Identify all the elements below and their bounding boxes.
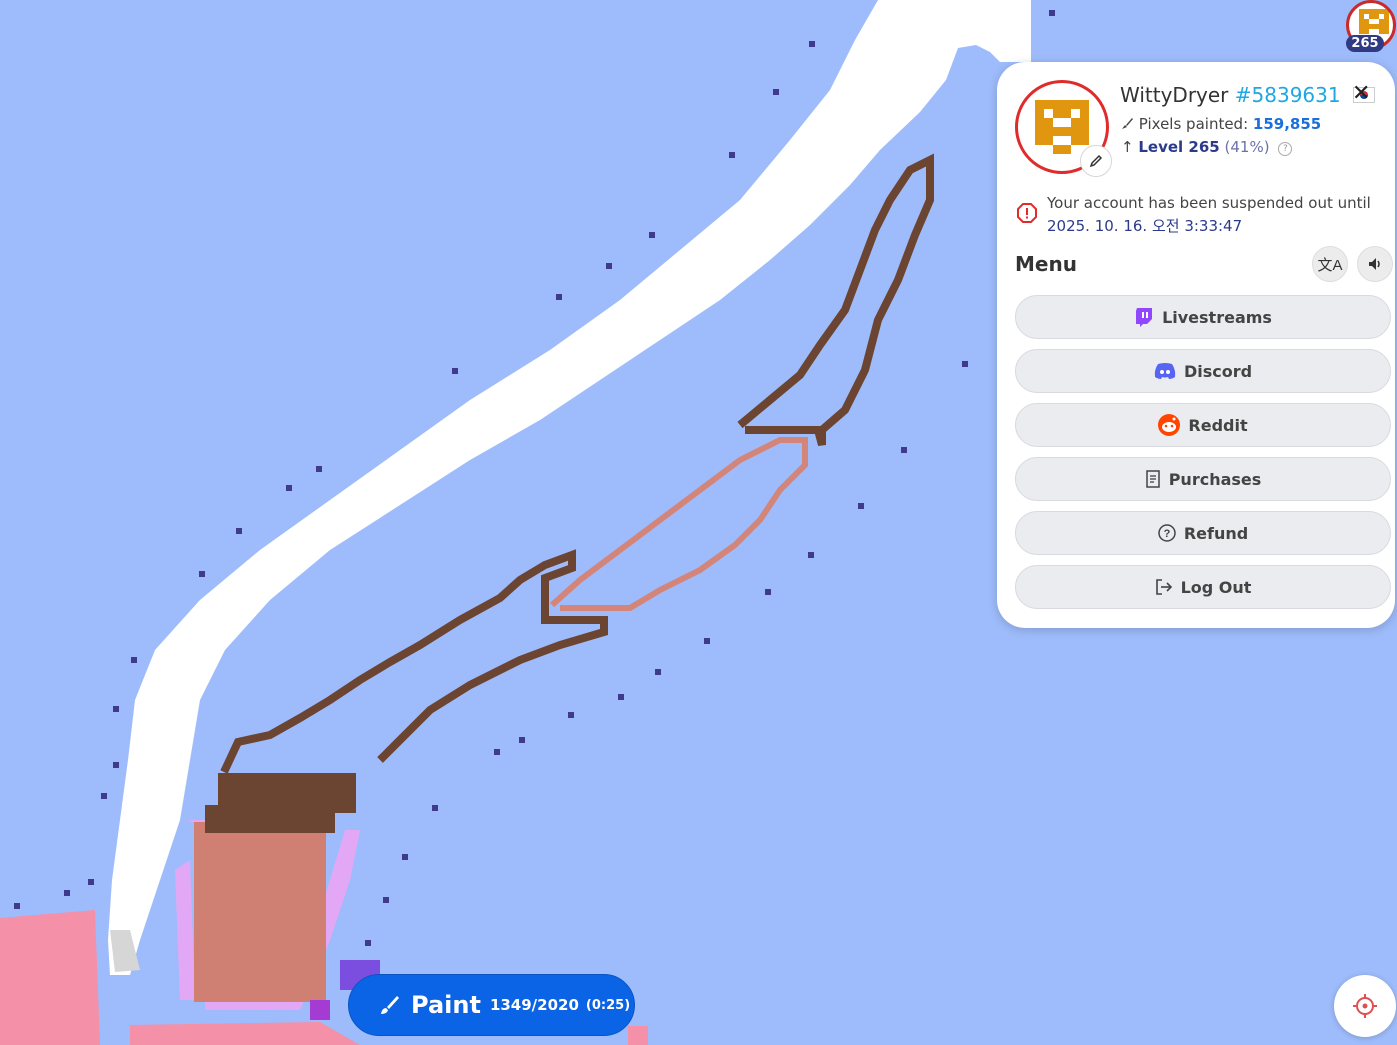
avatar-icon <box>1035 100 1089 154</box>
refund-button[interactable]: ? Refund <box>1015 511 1391 555</box>
livestreams-label: Livestreams <box>1162 307 1272 327</box>
menu-title: Menu <box>1015 252 1077 276</box>
question-circle-icon: ? <box>1158 524 1176 542</box>
reddit-icon <box>1158 414 1181 436</box>
username: WittyDryer <box>1120 83 1229 107</box>
reddit-button[interactable]: Reddit <box>1015 403 1391 447</box>
twitch-icon <box>1136 308 1153 327</box>
purchases-label: Purchases <box>1168 469 1262 489</box>
pencil-icon <box>1089 154 1103 168</box>
paint-label: Paint <box>411 991 481 1019</box>
suspension-text: Your account has been suspended out unti… <box>1047 194 1371 212</box>
paint-timer: (0:25) <box>585 997 631 1013</box>
refund-label: Refund <box>1183 523 1249 543</box>
paint-charges: 1349/2020 <box>489 996 579 1014</box>
suspension-notice: Your account has been suspended out unti… <box>1047 192 1377 238</box>
pixels-painted-value: 159,855 <box>1252 115 1322 133</box>
level-row: ↑ Level 265 (41%) ? <box>1121 138 1293 156</box>
help-icon[interactable]: ? <box>1278 142 1293 156</box>
discord-icon <box>1154 363 1176 379</box>
close-button[interactable]: ✕ <box>1352 82 1370 104</box>
translate-icon: 文A <box>1317 256 1343 274</box>
profile-panel: WittyDryer #5839631 ✕ Pixels painted: 15… <box>997 62 1395 628</box>
discord-button[interactable]: Discord <box>1015 349 1391 393</box>
level-badge: 265 <box>1346 35 1384 52</box>
pixels-painted-label: Pixels painted: <box>1138 115 1249 133</box>
sound-button[interactable] <box>1357 246 1393 282</box>
logout-label: Log Out <box>1180 577 1252 597</box>
user-id: #5839631 <box>1234 83 1341 107</box>
warning-icon <box>1017 203 1037 223</box>
crosshair-icon <box>1353 994 1377 1018</box>
paint-button[interactable]: Paint 1349/2020 (0:25) <box>348 974 635 1036</box>
translate-button[interactable]: 文A <box>1312 246 1348 282</box>
discord-label: Discord <box>1183 361 1253 381</box>
reddit-label: Reddit <box>1188 415 1248 435</box>
brush-icon <box>381 996 399 1014</box>
arrow-up-icon: ↑ <box>1121 138 1134 156</box>
level-value: Level 265 <box>1138 138 1220 156</box>
purchases-button[interactable]: Purchases <box>1015 457 1391 501</box>
suspension-until: 2025. 10. 16. 오전 3:33:47 <box>1047 217 1243 235</box>
speaker-icon <box>1369 258 1380 270</box>
brush-icon <box>1122 118 1133 129</box>
pixels-painted-row: Pixels painted: 159,855 <box>1121 115 1321 133</box>
logout-icon <box>1155 579 1172 595</box>
livestreams-button[interactable]: Livestreams <box>1015 295 1391 339</box>
receipt-icon <box>1145 470 1160 488</box>
svg-text:?: ? <box>1163 528 1170 540</box>
locate-button[interactable] <box>1334 975 1396 1037</box>
logout-button[interactable]: Log Out <box>1015 565 1391 609</box>
profile-name-row: WittyDryer #5839631 <box>1120 83 1375 107</box>
level-percent: (41%) <box>1224 138 1270 156</box>
edit-avatar-button[interactable] <box>1080 145 1112 177</box>
